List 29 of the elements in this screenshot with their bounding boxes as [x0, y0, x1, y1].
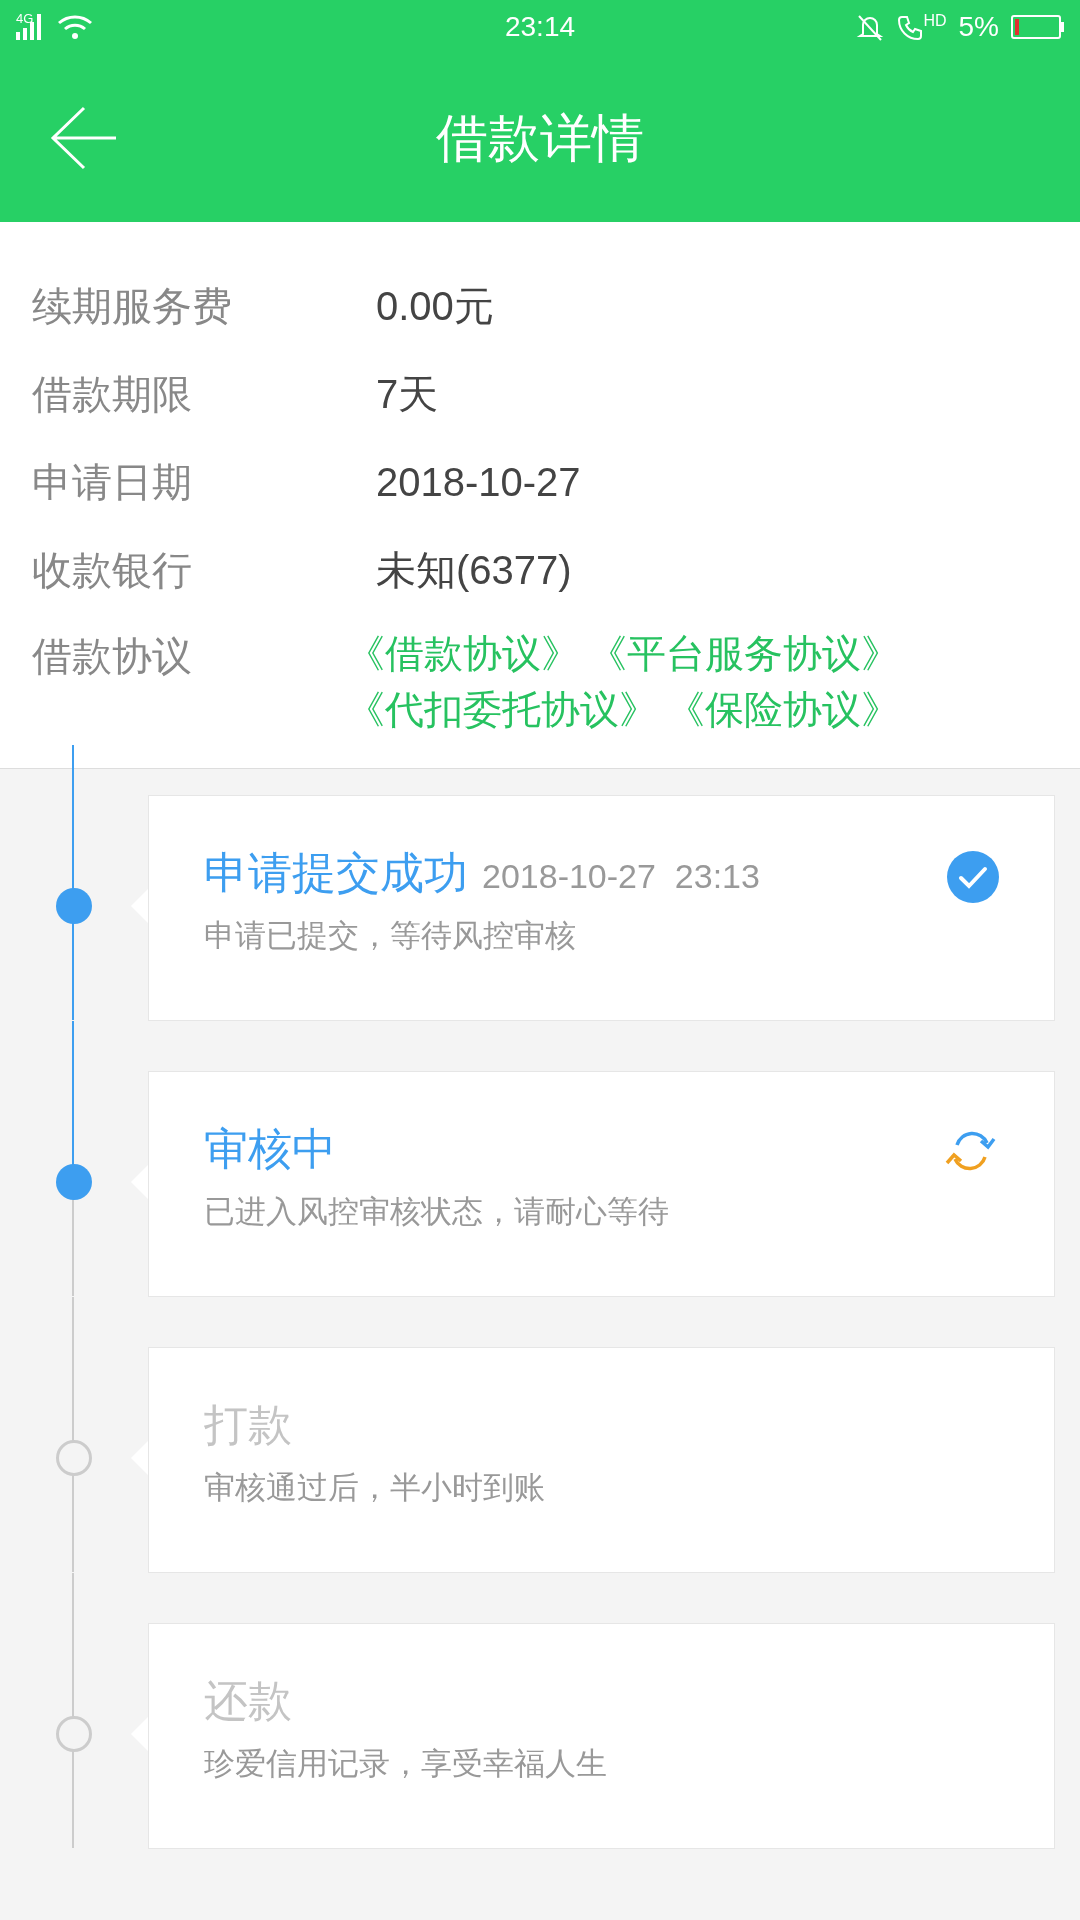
step-description: 已进入风控审核状态，请耐心等待	[204, 1193, 669, 1231]
back-arrow-icon	[50, 106, 118, 170]
detail-label: 借款期限	[32, 371, 193, 418]
status-time: 23:14	[504, 10, 576, 44]
agreement-link[interactable]: 《保险协议》	[666, 682, 900, 738]
detail-label: 收款银行	[32, 547, 193, 594]
page-title: 借款详情	[436, 108, 644, 169]
step-title: 打款	[204, 1403, 292, 1447]
agreement-link[interactable]: 《借款协议》	[346, 626, 580, 682]
detail-value: 2018-10-27	[376, 459, 581, 506]
step-description: 珍爱信用记录，享受幸福人生	[204, 1745, 607, 1783]
check-circle-icon	[947, 851, 999, 903]
step-time: 2018-10-27 23:13	[482, 859, 760, 893]
detail-label: 续期服务费	[32, 283, 233, 330]
step-title: 申请提交成功	[204, 851, 468, 895]
step-title: 还款	[204, 1679, 292, 1723]
wifi-icon	[57, 13, 93, 41]
agreement-link[interactable]: 《代扣委托协议》	[346, 682, 658, 738]
detail-label: 借款协议	[32, 633, 193, 680]
step-description: 申请已提交，等待风控审核	[204, 917, 577, 955]
detail-value: 未知(6377)	[376, 547, 572, 594]
battery-icon	[1011, 15, 1064, 39]
step-title: 审核中	[204, 1127, 336, 1171]
step-description: 审核通过后，半小时到账	[204, 1469, 545, 1507]
agreement-link[interactable]: 《平台服务协议》	[588, 626, 900, 682]
detail-label: 申请日期	[32, 459, 193, 506]
battery-percent: 5%	[958, 10, 999, 44]
detail-value: 0.00元	[376, 283, 494, 330]
detail-value: 7天	[376, 371, 439, 418]
